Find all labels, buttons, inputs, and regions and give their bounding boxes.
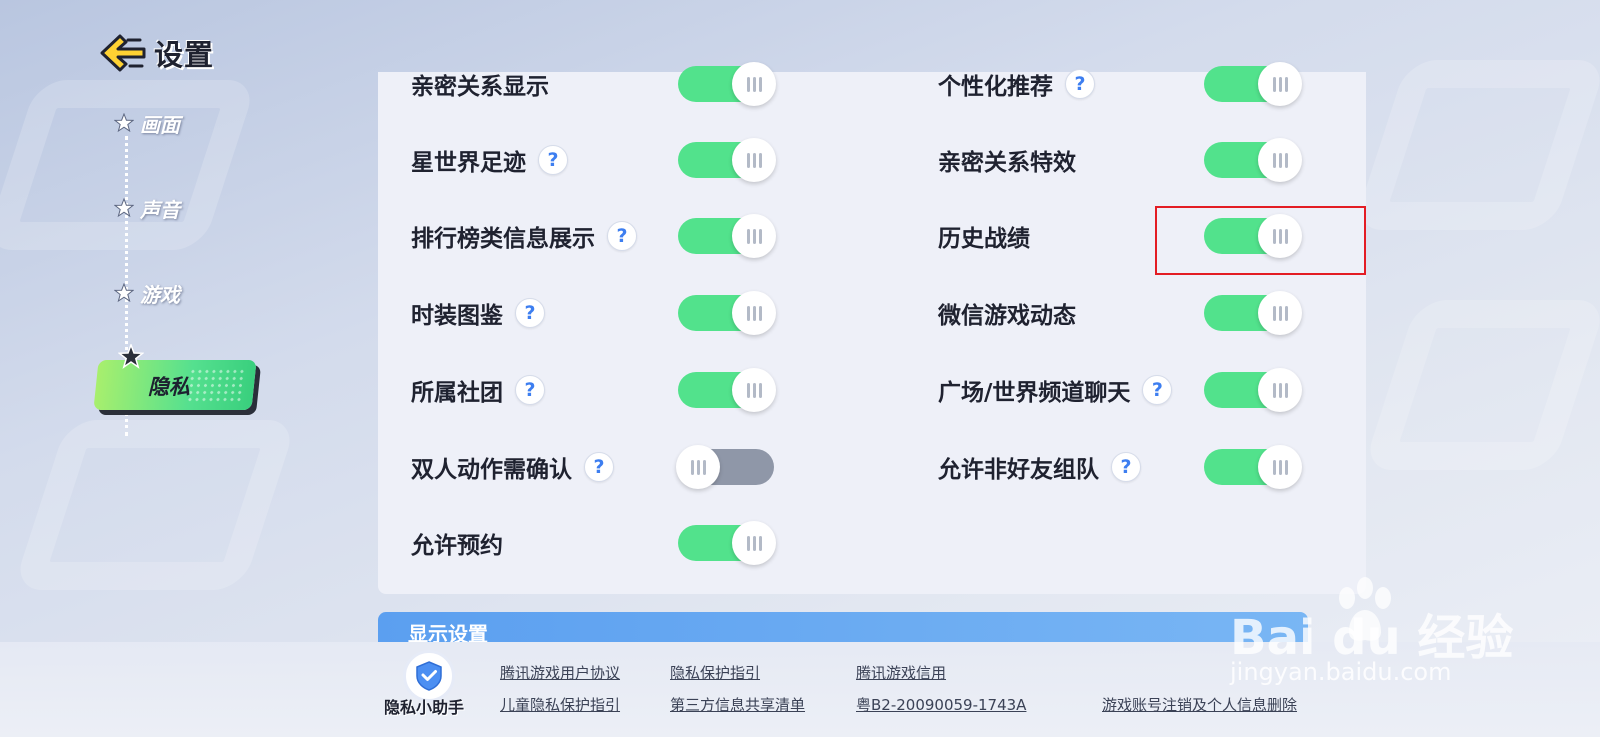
star-icon	[114, 198, 134, 218]
nav-item-graphics[interactable]: 画面	[114, 108, 180, 138]
link-privacy-guide[interactable]: 隐私保护指引	[670, 662, 760, 683]
setting-label-text: 排行榜类信息展示	[411, 226, 595, 252]
link-license[interactable]: 粤B2-20090059-1743A	[856, 694, 1026, 715]
nav-item-game[interactable]: 游戏	[114, 278, 180, 308]
section-title: 显示设置	[408, 622, 488, 642]
highlight-box	[1155, 206, 1366, 275]
help-icon[interactable]: ?	[1111, 452, 1141, 482]
toggle-non-friend-team[interactable]	[1204, 445, 1302, 489]
toggle-club[interactable]	[678, 368, 776, 412]
setting-label-text: 时装图鉴	[411, 303, 503, 329]
page-title: 设置	[154, 38, 215, 72]
setting-label-match-history: 历史战绩	[938, 218, 1030, 254]
toggle-knob	[1258, 445, 1302, 489]
setting-label-leaderboard: 排行榜类信息展示 ?	[411, 218, 637, 254]
setting-label-text: 星世界足迹	[411, 150, 526, 176]
nav-item-label: 声音	[140, 197, 180, 222]
setting-label-text: 允许非好友组队	[938, 457, 1099, 483]
toggle-wechat-activity[interactable]	[1204, 291, 1302, 335]
link-third-party[interactable]: 第三方信息共享清单	[670, 694, 805, 715]
setting-label-text: 允许预约	[411, 533, 503, 559]
toggle-knob	[676, 445, 720, 489]
toggle-outfit-gallery[interactable]	[678, 291, 776, 335]
toggle-knob	[732, 138, 776, 182]
help-icon[interactable]: ?	[1065, 69, 1095, 99]
help-icon[interactable]: ?	[607, 221, 637, 251]
setting-label-text: 亲密关系显示	[411, 74, 549, 100]
setting-label-personalized-recommend: 个性化推荐 ?	[938, 66, 1095, 102]
setting-label-non-friend-team: 允许非好友组队 ?	[938, 449, 1141, 485]
setting-label-duo-action-confirm: 双人动作需确认 ?	[411, 449, 614, 485]
setting-label-text: 双人动作需确认	[411, 457, 572, 483]
nav-item-label: 画面	[140, 112, 180, 137]
help-icon[interactable]: ?	[584, 452, 614, 482]
star-icon	[114, 113, 134, 133]
toggle-knob	[732, 291, 776, 335]
header: 设置	[96, 28, 214, 78]
toggle-knob	[1258, 138, 1302, 182]
star-icon	[114, 283, 134, 303]
toggle-duo-action-confirm[interactable]	[676, 445, 774, 489]
toggle-intimacy-display[interactable]	[678, 62, 776, 106]
setting-label-text: 所属社团	[411, 380, 503, 406]
toggle-knob	[732, 214, 776, 258]
toggle-knob	[1258, 62, 1302, 106]
link-user-agreement[interactable]: 腾讯游戏用户协议	[500, 662, 620, 683]
toggle-knob	[732, 521, 776, 565]
toggle-knob	[732, 368, 776, 412]
setting-label-star-world-footprint: 星世界足迹 ?	[411, 142, 568, 178]
toggle-knob	[732, 62, 776, 106]
toggle-star-world-footprint[interactable]	[678, 138, 776, 182]
nav-item-label: 游戏	[140, 282, 180, 307]
nav-item-sound[interactable]: 声音	[114, 193, 180, 223]
help-icon[interactable]: ?	[1142, 375, 1173, 405]
privacy-assistant-label: 隐私小助手	[384, 698, 465, 717]
toggle-allow-reservation[interactable]	[678, 521, 776, 565]
toggle-knob	[1258, 368, 1302, 412]
footer	[0, 642, 1600, 737]
active-star-icon	[118, 344, 144, 369]
help-icon[interactable]: ?	[515, 298, 545, 328]
setting-label-text: 个性化推荐	[938, 74, 1053, 100]
toggle-knob	[1258, 291, 1302, 335]
help-icon[interactable]: ?	[515, 375, 545, 405]
setting-label-intimacy-effect: 亲密关系特效	[938, 142, 1076, 178]
link-game-credit[interactable]: 腾讯游戏信用	[856, 662, 946, 683]
toggle-personalized-recommend[interactable]	[1204, 62, 1302, 106]
setting-label-outfit-gallery: 时装图鉴 ?	[411, 295, 545, 331]
setting-label-wechat-activity: 微信游戏动态	[938, 295, 1076, 331]
shield-icon	[416, 661, 442, 691]
section-header-display-settings[interactable]: 显示设置	[378, 612, 1308, 642]
dot-pattern	[186, 368, 246, 402]
back-button[interactable]	[96, 30, 150, 76]
link-account-cancel[interactable]: 游戏账号注销及个人信息删除	[1102, 694, 1297, 715]
setting-label-text: 广场/世界频道聊天	[938, 380, 1131, 406]
toggle-world-chat[interactable]	[1204, 368, 1302, 412]
setting-label-text: 亲密关系特效	[938, 150, 1076, 176]
nav-item-label: 隐私	[147, 375, 190, 399]
setting-label-allow-reservation: 允许预约	[411, 525, 503, 561]
back-arrow-icon	[100, 34, 146, 72]
setting-label-world-chat: 广场/世界频道聊天 ?	[938, 372, 1173, 408]
help-icon[interactable]: ?	[538, 145, 568, 175]
toggle-leaderboard[interactable]	[678, 214, 776, 258]
setting-label-intimacy-display: 亲密关系显示	[411, 66, 549, 102]
setting-label-text: 微信游戏动态	[938, 303, 1076, 329]
link-child-privacy[interactable]: 儿童隐私保护指引	[500, 694, 620, 715]
toggle-intimacy-effect[interactable]	[1204, 138, 1302, 182]
side-nav: 画面 声音 游戏 隐私	[93, 100, 266, 436]
setting-label-text: 历史战绩	[938, 226, 1030, 252]
setting-label-club: 所属社团 ?	[411, 372, 545, 408]
